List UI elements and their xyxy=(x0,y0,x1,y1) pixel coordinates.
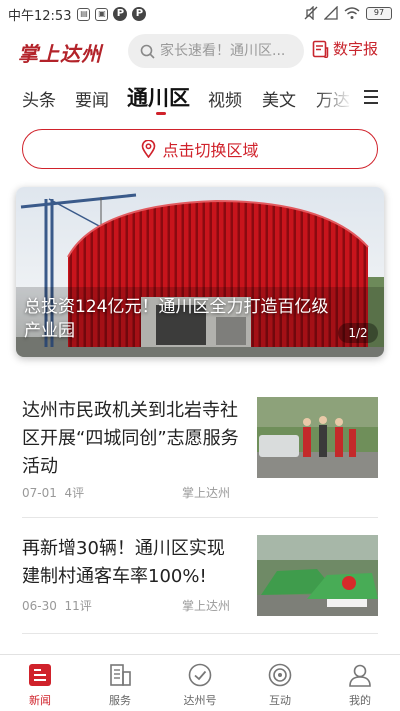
sim-icon: ▤ xyxy=(77,7,91,21)
nav-service[interactable]: 服务 xyxy=(80,655,160,711)
nav-dazhou-account-label: 达州号 xyxy=(183,694,217,707)
target-icon xyxy=(268,663,292,687)
status-time: 中午12:53 xyxy=(8,8,72,24)
mute-icon xyxy=(304,6,318,20)
nav-news[interactable]: 新闻 xyxy=(0,655,80,711)
building-icon xyxy=(110,664,131,686)
search-icon xyxy=(140,44,155,59)
check-circle-icon xyxy=(188,663,212,687)
news-source: 掌上达州 xyxy=(182,486,231,500)
news-comments: 4评 xyxy=(64,486,85,500)
switch-region-label: 点击切换区域 xyxy=(162,141,259,160)
news-icon xyxy=(29,664,51,686)
news-title: 再新增30辆！通川区实现建制村通客车率100%! xyxy=(22,538,225,587)
person-icon xyxy=(349,664,371,687)
divider xyxy=(22,517,378,518)
channel-tabs: 头条 要闻 通川区 视频 美文 万达 xyxy=(0,80,400,118)
headline-banner[interactable]: 总投资124亿元！通川区全力打造百亿级产业园 1/2 xyxy=(16,187,384,357)
parking-app-icon-2: P xyxy=(132,7,147,21)
news-thumbnail xyxy=(257,397,378,478)
bottom-navigation: 新闻 服务 达州号 互动 我的 xyxy=(0,654,400,711)
banner-caption: 总投资124亿元！通川区全力打造百亿级产业园 xyxy=(24,297,329,341)
news-item[interactable]: 再新增30辆！通川区实现建制村通客车率100%! 06-30 11评 掌上达州 xyxy=(22,535,378,635)
nav-interaction[interactable]: 互动 xyxy=(240,655,320,711)
location-pin-icon xyxy=(142,140,156,158)
active-tab-indicator xyxy=(156,112,166,115)
digital-newspaper-button[interactable]: 数字报 xyxy=(312,38,378,59)
tab-video[interactable]: 视频 xyxy=(208,86,242,111)
nav-dazhou-account[interactable]: 达州号 xyxy=(160,655,240,711)
app-header: 掌上达州 数字报 xyxy=(0,32,400,70)
album-icon: ▣ xyxy=(95,7,109,21)
banner-page-counter: 1/2 xyxy=(338,323,378,343)
switch-region-button[interactable]: 点击切换区域 xyxy=(22,129,378,169)
nav-service-label: 服务 xyxy=(109,694,131,707)
news-thumbnail-image xyxy=(257,397,378,478)
tab-headline[interactable]: 头条 xyxy=(22,86,56,111)
news-thumbnail-image xyxy=(257,535,378,616)
tab-important-news[interactable]: 要闻 xyxy=(75,86,109,111)
news-thumbnail xyxy=(257,535,378,616)
nav-profile-label: 我的 xyxy=(349,694,371,707)
battery-icon: 97 xyxy=(366,6,392,20)
news-date-text: 07-01 xyxy=(22,486,57,500)
menu-icon[interactable] xyxy=(364,90,378,104)
newspaper-icon xyxy=(312,40,329,58)
search-bar[interactable] xyxy=(128,34,304,68)
news-date-text: 06-30 xyxy=(22,599,57,613)
wifi-icon xyxy=(344,6,360,19)
nav-interaction-label: 互动 xyxy=(269,694,291,707)
status-right-icons: 97 xyxy=(304,6,392,20)
divider xyxy=(22,633,378,634)
news-comments: 11评 xyxy=(64,599,92,613)
news-date: 06-30 11评 xyxy=(22,597,92,614)
tab-tongchuan[interactable]: 通川区 xyxy=(127,82,190,112)
status-bar: 中午12:53 ▤ ▣ P P 97 xyxy=(0,0,400,28)
tab-fade-overlay xyxy=(316,80,352,116)
signal-icon xyxy=(324,6,338,20)
app-logo: 掌上达州 xyxy=(18,42,102,66)
news-item[interactable]: 达州市民政机关到北岩寺社区开展“四城同创”志愿服务活动 07-01 4评 掌上达… xyxy=(22,397,378,500)
digital-newspaper-label: 数字报 xyxy=(333,40,379,58)
search-input[interactable] xyxy=(160,43,298,59)
news-date: 07-01 4评 xyxy=(22,484,84,501)
nav-profile[interactable]: 我的 xyxy=(320,655,400,711)
parking-app-icon: P xyxy=(113,7,128,21)
news-title: 达州市民政机关到北岩寺社区开展“四城同创”志愿服务活动 xyxy=(22,400,239,477)
nav-news-label: 新闻 xyxy=(29,694,51,707)
news-source: 掌上达州 xyxy=(182,599,231,613)
tab-essays[interactable]: 美文 xyxy=(262,86,296,111)
